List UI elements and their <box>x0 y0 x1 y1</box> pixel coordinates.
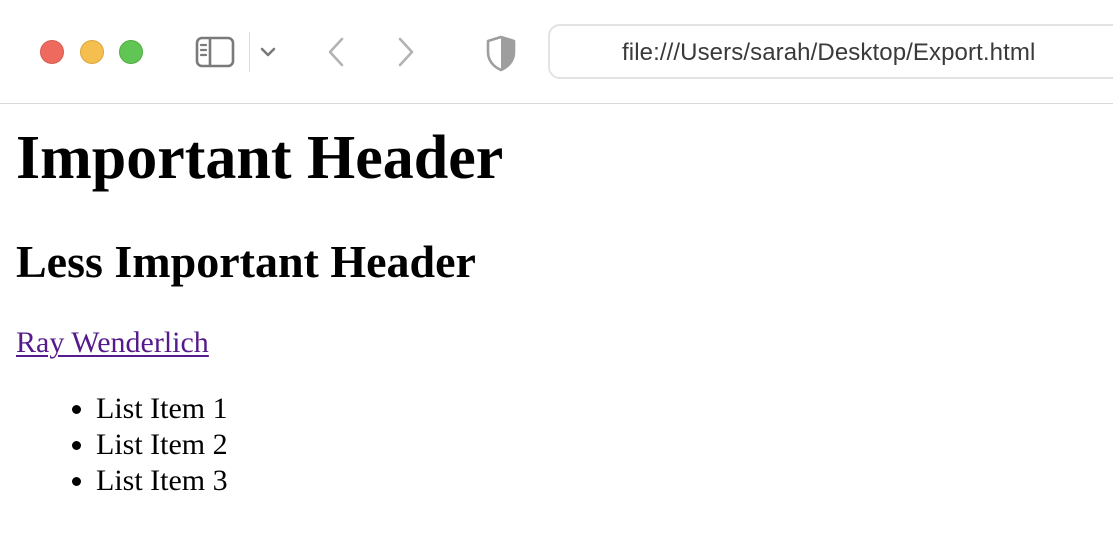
page-heading-2: Less Important Header <box>16 236 476 287</box>
page-content: Important Header Less Important Header R… <box>16 104 1096 499</box>
bullet-list: List Item 1 List Item 2 List Item 3 <box>16 391 1096 499</box>
browser-toolbar: file:///Users/sarah/Desktop/Export.html <box>0 0 1113 104</box>
window-minimize-button[interactable] <box>80 40 104 64</box>
chevron-right-icon[interactable] <box>392 34 420 70</box>
address-bar[interactable]: file:///Users/sarah/Desktop/Export.html <box>548 24 1113 79</box>
window-close-button[interactable] <box>40 40 64 64</box>
list-item: List Item 2 <box>96 427 1096 463</box>
list-item: List Item 1 <box>96 391 1096 427</box>
shield-icon[interactable] <box>484 34 518 72</box>
toolbar-divider <box>249 32 250 72</box>
page-heading-1: Important Header <box>16 124 504 192</box>
link-paragraph: Ray Wenderlich <box>16 325 1096 361</box>
window-maximize-button[interactable] <box>119 40 143 64</box>
chevron-left-icon[interactable] <box>322 34 350 70</box>
sidebar-icon[interactable] <box>194 34 236 70</box>
ray-wenderlich-link[interactable]: Ray Wenderlich <box>16 326 209 359</box>
list-item: List Item 3 <box>96 463 1096 499</box>
chevron-down-icon[interactable] <box>258 42 278 62</box>
address-text[interactable]: file:///Users/sarah/Desktop/Export.html <box>622 39 1035 67</box>
